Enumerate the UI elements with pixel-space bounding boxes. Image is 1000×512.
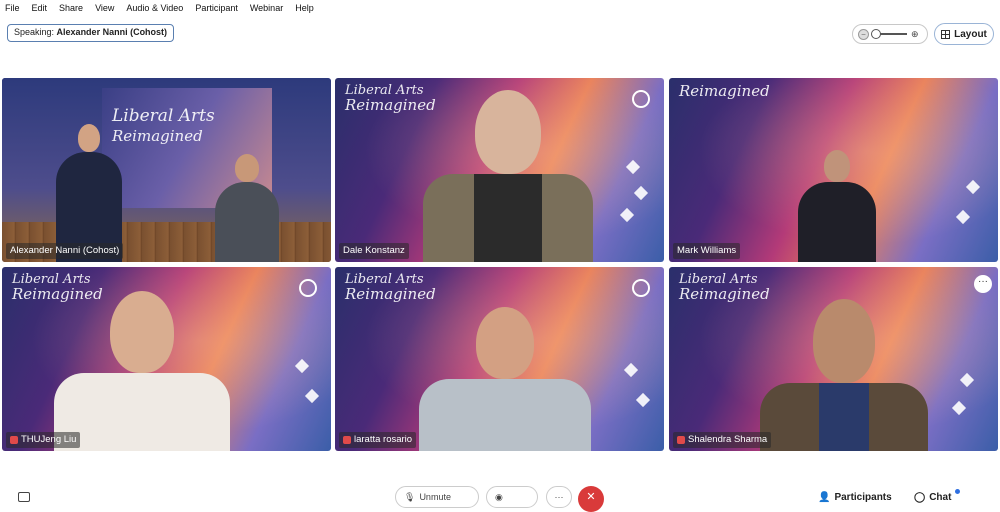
video-tile-alexander-nanni[interactable]: Liberal Arts Reimagined Alexander Nanni (… <box>2 78 331 262</box>
video-person <box>212 154 282 262</box>
video-person <box>54 124 124 262</box>
menu-file[interactable]: File <box>5 3 20 13</box>
screen-share-icon[interactable] <box>18 492 30 502</box>
speaking-name: Alexander Nanni (Cohost) <box>56 27 168 37</box>
video-tile-thujeng-liu[interactable]: Liberal Arts Reimagined THUJeng Liu <box>2 267 331 451</box>
brand-logo: Reimagined <box>679 82 770 100</box>
menu-bar: File Edit Share View Audio & Video Parti… <box>0 0 1000 16</box>
decorative-diamonds <box>616 152 656 232</box>
decorative-diamonds <box>616 341 656 421</box>
decorative-diamonds <box>283 341 323 421</box>
menu-view[interactable]: View <box>95 3 114 13</box>
video-button[interactable]: ◉ <box>486 486 538 508</box>
muted-mic-icon <box>677 436 685 444</box>
zoom-control[interactable]: − ⊕ <box>852 24 928 44</box>
more-options-button[interactable]: ··· <box>546 486 572 508</box>
chat-bubble-icon: ◯ <box>914 492 926 503</box>
participant-name-label: Alexander Nanni (Cohost) <box>6 243 124 259</box>
menu-webinar[interactable]: Webinar <box>250 3 283 13</box>
decorative-diamonds <box>950 152 990 232</box>
participant-name-label: laratta rosario <box>339 432 417 448</box>
video-tile-laratta-rosario[interactable]: Liberal Arts Reimagined laratta rosario <box>335 267 664 451</box>
video-tile-mark-williams[interactable]: Reimagined Mark Williams <box>669 78 998 262</box>
person-icon: 👤 <box>818 492 831 503</box>
video-tile-dale-konstanz[interactable]: Liberal Arts Reimagined Dale Konstanz <box>335 78 664 262</box>
microphone-icon: 🎙 <box>404 491 416 502</box>
speaking-prefix: Speaking: <box>14 27 55 37</box>
notification-badge <box>955 489 961 494</box>
zoom-out-icon[interactable]: − <box>858 28 869 40</box>
university-seal-icon <box>632 279 650 297</box>
camera-icon: ◉ <box>495 491 503 502</box>
video-person <box>759 299 929 451</box>
video-person <box>417 307 593 451</box>
brand-logo: Liberal Arts Reimagined <box>345 272 436 303</box>
tile-more-button[interactable]: ··· <box>974 275 992 293</box>
muted-mic-icon <box>343 436 351 444</box>
video-tile-shalendra-sharma[interactable]: Liberal Arts Reimagined ··· Shalendra Sha… <box>669 267 998 451</box>
participant-name-label: Mark Williams <box>673 243 741 259</box>
layout-label: Layout <box>954 28 987 40</box>
participant-name-label: THUJeng Liu <box>6 432 81 448</box>
university-seal-icon <box>632 90 650 108</box>
menu-audio-video[interactable]: Audio & Video <box>126 3 183 13</box>
zoom-slider-knob[interactable] <box>871 29 881 39</box>
brand-logo: Liberal Arts Reimagined <box>112 106 215 145</box>
speaking-indicator: Speaking: Alexander Nanni (Cohost) <box>7 24 175 42</box>
chat-button[interactable]: ◯ Chat <box>914 489 961 503</box>
decorative-diamonds <box>950 341 990 421</box>
muted-mic-icon <box>10 436 18 444</box>
unmute-button[interactable]: 🎙 Unmute <box>395 486 479 508</box>
video-person <box>52 291 232 451</box>
menu-edit[interactable]: Edit <box>32 3 48 13</box>
zoom-in-icon[interactable]: ⊕ <box>911 29 919 40</box>
menu-participant[interactable]: Participant <box>195 3 238 13</box>
video-person <box>797 150 877 262</box>
menu-help[interactable]: Help <box>295 3 314 13</box>
participant-name-label: Shalendra Sharma <box>673 432 772 448</box>
end-call-button[interactable]: ✕ <box>578 486 604 512</box>
university-seal-icon <box>299 279 317 297</box>
layout-button[interactable]: Layout <box>934 23 994 45</box>
participants-button[interactable]: 👤 Participants <box>818 492 892 503</box>
zoom-slider[interactable] <box>871 29 907 39</box>
grid-icon <box>941 29 951 39</box>
video-person <box>423 90 593 262</box>
menu-share[interactable]: Share <box>59 3 83 13</box>
participant-name-label: Dale Konstanz <box>339 243 409 259</box>
brand-logo: Liberal Arts Reimagined <box>679 272 770 303</box>
